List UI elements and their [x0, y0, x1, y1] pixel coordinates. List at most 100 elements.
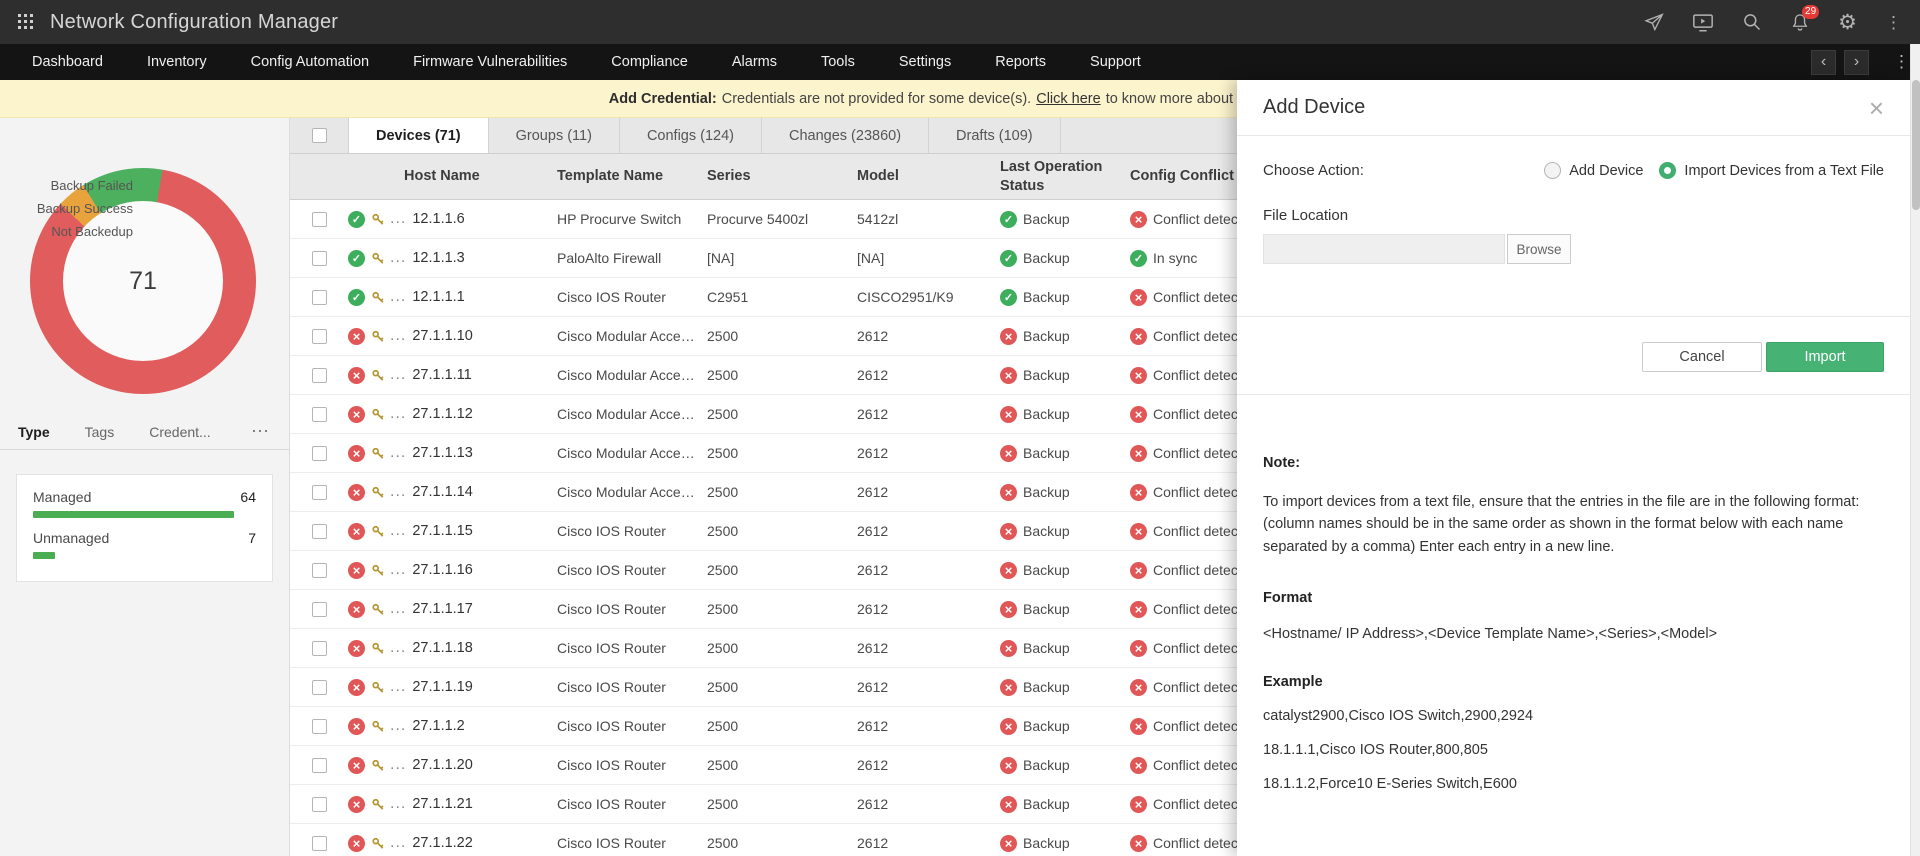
- choose-action-label: Choose Action:: [1263, 162, 1364, 179]
- demo-video-icon[interactable]: [1692, 12, 1714, 33]
- nav-item-tools[interactable]: Tools: [799, 44, 877, 80]
- tab-changes-23860[interactable]: Changes (23860): [762, 118, 930, 153]
- scrollbar-thumb[interactable]: [1912, 80, 1920, 210]
- template-name: Cisco IOS Router: [557, 678, 666, 695]
- sidebar-tab-credent[interactable]: Credent...: [149, 424, 231, 440]
- row-checkbox[interactable]: [311, 250, 327, 266]
- key-icon: [371, 407, 386, 422]
- last-operation-status: Backup: [1023, 328, 1070, 344]
- import-button[interactable]: Import: [1766, 342, 1884, 372]
- row-checkbox[interactable]: [311, 796, 327, 812]
- page: Network Configuration Manager 29 ⚙ ⋮ Das…: [0, 0, 1920, 856]
- vertical-scrollbar[interactable]: [1910, 44, 1920, 856]
- example-entry: 18.1.1.2,Force10 E-Series Switch,E600: [1263, 776, 1517, 793]
- example-entry: catalyst2900,Cisco IOS Switch,2900,2924: [1263, 708, 1534, 725]
- cancel-button[interactable]: Cancel: [1642, 342, 1762, 372]
- nav-prev-icon[interactable]: ‹: [1811, 49, 1836, 75]
- radio-selected-icon[interactable]: [1659, 162, 1677, 179]
- nav-item-inventory[interactable]: Inventory: [125, 44, 229, 80]
- nav-item-settings[interactable]: Settings: [877, 44, 973, 80]
- row-checkbox[interactable]: [311, 289, 327, 305]
- model-value: CISCO2951/K9: [857, 289, 954, 305]
- model-value: 2612: [857, 406, 889, 422]
- sidebar-tab-tags[interactable]: Tags: [85, 424, 136, 440]
- row-checkbox[interactable]: [311, 211, 327, 227]
- nav-item-support[interactable]: Support: [1068, 44, 1163, 80]
- model-value: 2612: [857, 601, 889, 617]
- host-name: 27.1.1.12: [412, 406, 473, 422]
- nav-item-alarms[interactable]: Alarms: [710, 44, 799, 80]
- nav-item-reports[interactable]: Reports: [973, 44, 1068, 80]
- row-checkbox[interactable]: [311, 562, 327, 578]
- nav-item-dashboard[interactable]: Dashboard: [10, 44, 125, 80]
- header-kebab-menu-icon[interactable]: ⋮: [1885, 14, 1902, 31]
- note-text: To import devices from a text file, ensu…: [1263, 494, 1860, 555]
- backup-success-icon: ✓: [1000, 249, 1017, 267]
- tab-groups-11[interactable]: Groups (11): [489, 118, 620, 153]
- tab-drafts-109[interactable]: Drafts (109): [929, 118, 1061, 153]
- send-feedback-icon[interactable]: [1644, 12, 1664, 32]
- select-all-checkbox[interactable]: [311, 128, 327, 143]
- series-value: 2500: [707, 523, 739, 539]
- key-icon: [371, 641, 386, 656]
- host-name: 27.1.1.15: [412, 523, 473, 539]
- template-name: HP Procurve Switch: [557, 210, 682, 227]
- key-icon: [371, 446, 386, 461]
- nav-item-config-automation[interactable]: Config Automation: [229, 44, 392, 80]
- row-checkbox[interactable]: [311, 523, 327, 539]
- row-checkbox[interactable]: [311, 328, 327, 344]
- row-checkbox[interactable]: [311, 835, 327, 851]
- radio-option-add-device[interactable]: Add Device: [1544, 162, 1643, 179]
- banner-click-here-link[interactable]: Click here: [1036, 91, 1100, 107]
- last-operation-status: Backup: [1023, 679, 1070, 695]
- notifications-bell-icon[interactable]: 29: [1790, 4, 1820, 33]
- row-checkbox[interactable]: [311, 601, 327, 617]
- legend-not-backedup: Not Backedup: [51, 224, 133, 239]
- conflict-icon: ×: [1130, 834, 1147, 852]
- backup-failed-icon: ×: [1000, 366, 1017, 384]
- last-operation-status: Backup: [1023, 601, 1070, 617]
- settings-gear-icon[interactable]: ⚙: [1838, 12, 1857, 33]
- apps-grid-icon[interactable]: [18, 14, 34, 30]
- host-name: 27.1.1.11: [412, 367, 472, 383]
- tab-configs-124[interactable]: Configs (124): [620, 118, 762, 153]
- key-icon: [371, 329, 386, 344]
- last-operation-status: Backup: [1023, 367, 1070, 383]
- radio-option-import-devices-from-a-text-file[interactable]: Import Devices from a Text File: [1659, 162, 1884, 179]
- row-checkbox[interactable]: [311, 484, 327, 500]
- row-checkbox[interactable]: [311, 406, 327, 422]
- row-checkbox[interactable]: [311, 718, 327, 734]
- nav-next-icon[interactable]: ›: [1844, 49, 1869, 75]
- model-value: 2612: [857, 796, 889, 812]
- sidebar-subtabs: Type Tags Credent... ⋯: [0, 414, 289, 450]
- column-header-model: Model: [857, 168, 899, 185]
- sidebar-more-icon[interactable]: ⋯: [251, 421, 269, 442]
- last-operation-status: Backup: [1023, 484, 1070, 500]
- panel-header: Add Device ×: [1237, 80, 1910, 136]
- row-checkbox[interactable]: [311, 679, 327, 695]
- nav-kebab-menu-icon[interactable]: ⋮: [1893, 52, 1910, 72]
- last-operation-status: Backup: [1023, 406, 1070, 422]
- key-icon: [371, 368, 386, 383]
- template-name: Cisco Modular Acces...: [557, 444, 700, 461]
- device-status-error-icon: ×: [348, 795, 365, 813]
- stat-managed: Managed 64: [33, 489, 256, 518]
- browse-button[interactable]: Browse: [1507, 234, 1571, 264]
- device-status-error-icon: ×: [348, 561, 365, 579]
- sidebar-tab-type[interactable]: Type: [18, 424, 71, 440]
- series-value: 2500: [707, 835, 739, 851]
- truncated-ellipsis: ...: [390, 483, 407, 500]
- backup-failed-icon: ×: [1000, 327, 1017, 345]
- nav-item-compliance[interactable]: Compliance: [589, 44, 710, 80]
- close-icon[interactable]: ×: [1869, 95, 1884, 121]
- row-checkbox[interactable]: [311, 445, 327, 461]
- row-checkbox[interactable]: [311, 757, 327, 773]
- nav-item-firmware-vulnerabilities[interactable]: Firmware Vulnerabilities: [391, 44, 589, 80]
- radio-unselected-icon[interactable]: [1544, 162, 1562, 179]
- row-checkbox[interactable]: [311, 640, 327, 656]
- file-location-input[interactable]: [1263, 234, 1505, 264]
- row-checkbox[interactable]: [311, 367, 327, 383]
- tab-devices-71[interactable]: Devices (71): [348, 118, 489, 153]
- search-icon[interactable]: [1742, 12, 1762, 32]
- conflict-icon: ×: [1130, 717, 1147, 735]
